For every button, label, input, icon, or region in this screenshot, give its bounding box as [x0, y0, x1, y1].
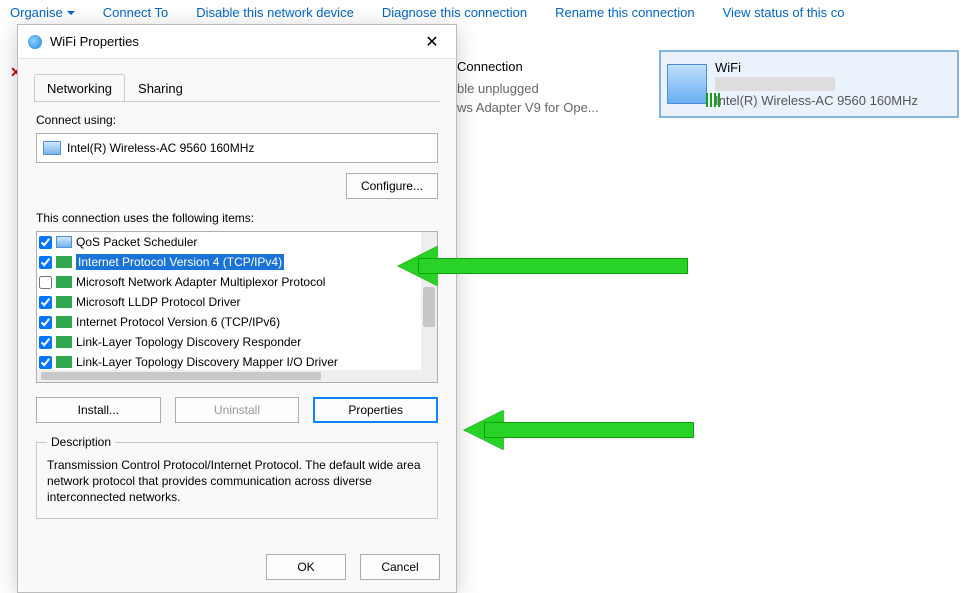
protocol-icon — [56, 276, 72, 288]
close-button[interactable]: ✕ — [418, 31, 446, 53]
monitor-wifi-icon — [667, 64, 707, 104]
wifi-icon — [28, 35, 42, 49]
wifi-connection-item[interactable]: WiFi Intel(R) Wireless-AC 9560 160MHz — [659, 50, 959, 118]
protocol-label: Internet Protocol Version 6 (TCP/IPv6) — [76, 315, 280, 329]
protocol-checkbox[interactable] — [39, 296, 52, 309]
horizontal-scrollbar[interactable] — [37, 370, 437, 382]
protocol-checkbox[interactable] — [39, 276, 52, 289]
bg-connection-status: ble unplugged — [457, 81, 539, 96]
network-toolbar: Organise Connect To Disable this network… — [0, 0, 971, 24]
protocol-item[interactable]: Microsoft Network Adapter Multiplexor Pr… — [37, 272, 421, 292]
connect-using-label: Connect using: — [36, 113, 438, 127]
tab-sharing[interactable]: Sharing — [125, 74, 196, 101]
protocol-item[interactable]: Internet Protocol Version 6 (TCP/IPv6) — [37, 312, 421, 332]
description-text: Transmission Control Protocol/Internet P… — [47, 457, 427, 506]
adapter-field[interactable]: Intel(R) Wireless-AC 9560 160MHz — [36, 133, 438, 163]
toolbar-connect-to[interactable]: Connect To — [103, 5, 169, 20]
toolbar-view-status[interactable]: View status of this co — [723, 5, 845, 20]
bg-connection-adapter: ws Adapter V9 for Ope... — [457, 100, 599, 115]
network-adapter-icon — [43, 141, 61, 155]
protocol-label: Link-Layer Topology Discovery Responder — [76, 335, 301, 349]
protocol-icon — [56, 296, 72, 308]
annotation-arrow-properties — [444, 417, 694, 443]
protocol-label: Link-Layer Topology Discovery Mapper I/O… — [76, 355, 338, 369]
protocol-label: QoS Packet Scheduler — [76, 235, 197, 249]
wifi-item-adapter: Intel(R) Wireless-AC 9560 160MHz — [715, 93, 951, 108]
adapter-name: Intel(R) Wireless-AC 9560 160MHz — [67, 141, 254, 155]
cancel-button[interactable]: Cancel — [360, 554, 440, 580]
description-group: Description Transmission Control Protoco… — [36, 435, 438, 519]
protocol-checkbox[interactable] — [39, 356, 52, 369]
items-label: This connection uses the following items… — [36, 211, 438, 225]
horizontal-scroll-thumb[interactable] — [41, 372, 321, 380]
scheduler-icon — [56, 236, 72, 248]
properties-button[interactable]: Properties — [313, 397, 438, 423]
vertical-scroll-thumb[interactable] — [423, 287, 435, 327]
description-legend: Description — [47, 435, 115, 449]
configure-button[interactable]: Configure... — [346, 173, 438, 199]
protocol-icon — [56, 256, 72, 268]
install-button[interactable]: Install... — [36, 397, 161, 423]
dialog-title: WiFi Properties — [50, 34, 139, 49]
wifi-properties-dialog: WiFi Properties ✕ Networking Sharing Con… — [17, 24, 457, 593]
protocol-checkbox[interactable] — [39, 336, 52, 349]
tab-networking[interactable]: Networking — [34, 74, 125, 101]
toolbar-disable-device[interactable]: Disable this network device — [196, 5, 354, 20]
dialog-titlebar[interactable]: WiFi Properties ✕ — [18, 25, 456, 59]
wifi-item-title: WiFi — [715, 60, 951, 75]
protocol-icon — [56, 316, 72, 328]
protocol-icon — [56, 336, 72, 348]
protocol-item[interactable]: Internet Protocol Version 4 (TCP/IPv4) — [37, 252, 421, 272]
wifi-item-ssid-masked — [715, 77, 835, 91]
toolbar-rename[interactable]: Rename this connection — [555, 5, 694, 20]
protocol-icon — [56, 356, 72, 368]
ok-button[interactable]: OK — [266, 554, 346, 580]
protocol-checkbox[interactable] — [39, 316, 52, 329]
annotation-arrow-ipv4 — [378, 253, 688, 279]
protocol-item[interactable]: Link-Layer Topology Discovery Mapper I/O… — [37, 352, 421, 370]
protocol-item[interactable]: Microsoft LLDP Protocol Driver — [37, 292, 421, 312]
bg-connection-title: Connection — [457, 59, 523, 74]
uninstall-button[interactable]: Uninstall — [175, 397, 300, 423]
protocol-label: Internet Protocol Version 4 (TCP/IPv4) — [76, 254, 284, 270]
protocol-checkbox[interactable] — [39, 256, 52, 269]
protocol-item[interactable]: QoS Packet Scheduler — [37, 232, 421, 252]
protocol-label: Microsoft LLDP Protocol Driver — [76, 295, 241, 309]
toolbar-diagnose[interactable]: Diagnose this connection — [382, 5, 527, 20]
protocol-checkbox[interactable] — [39, 236, 52, 249]
tab-strip: Networking Sharing — [34, 74, 440, 102]
protocol-item[interactable]: Link-Layer Topology Discovery Responder — [37, 332, 421, 352]
toolbar-organise[interactable]: Organise — [10, 5, 75, 20]
protocol-label: Microsoft Network Adapter Multiplexor Pr… — [76, 275, 325, 289]
